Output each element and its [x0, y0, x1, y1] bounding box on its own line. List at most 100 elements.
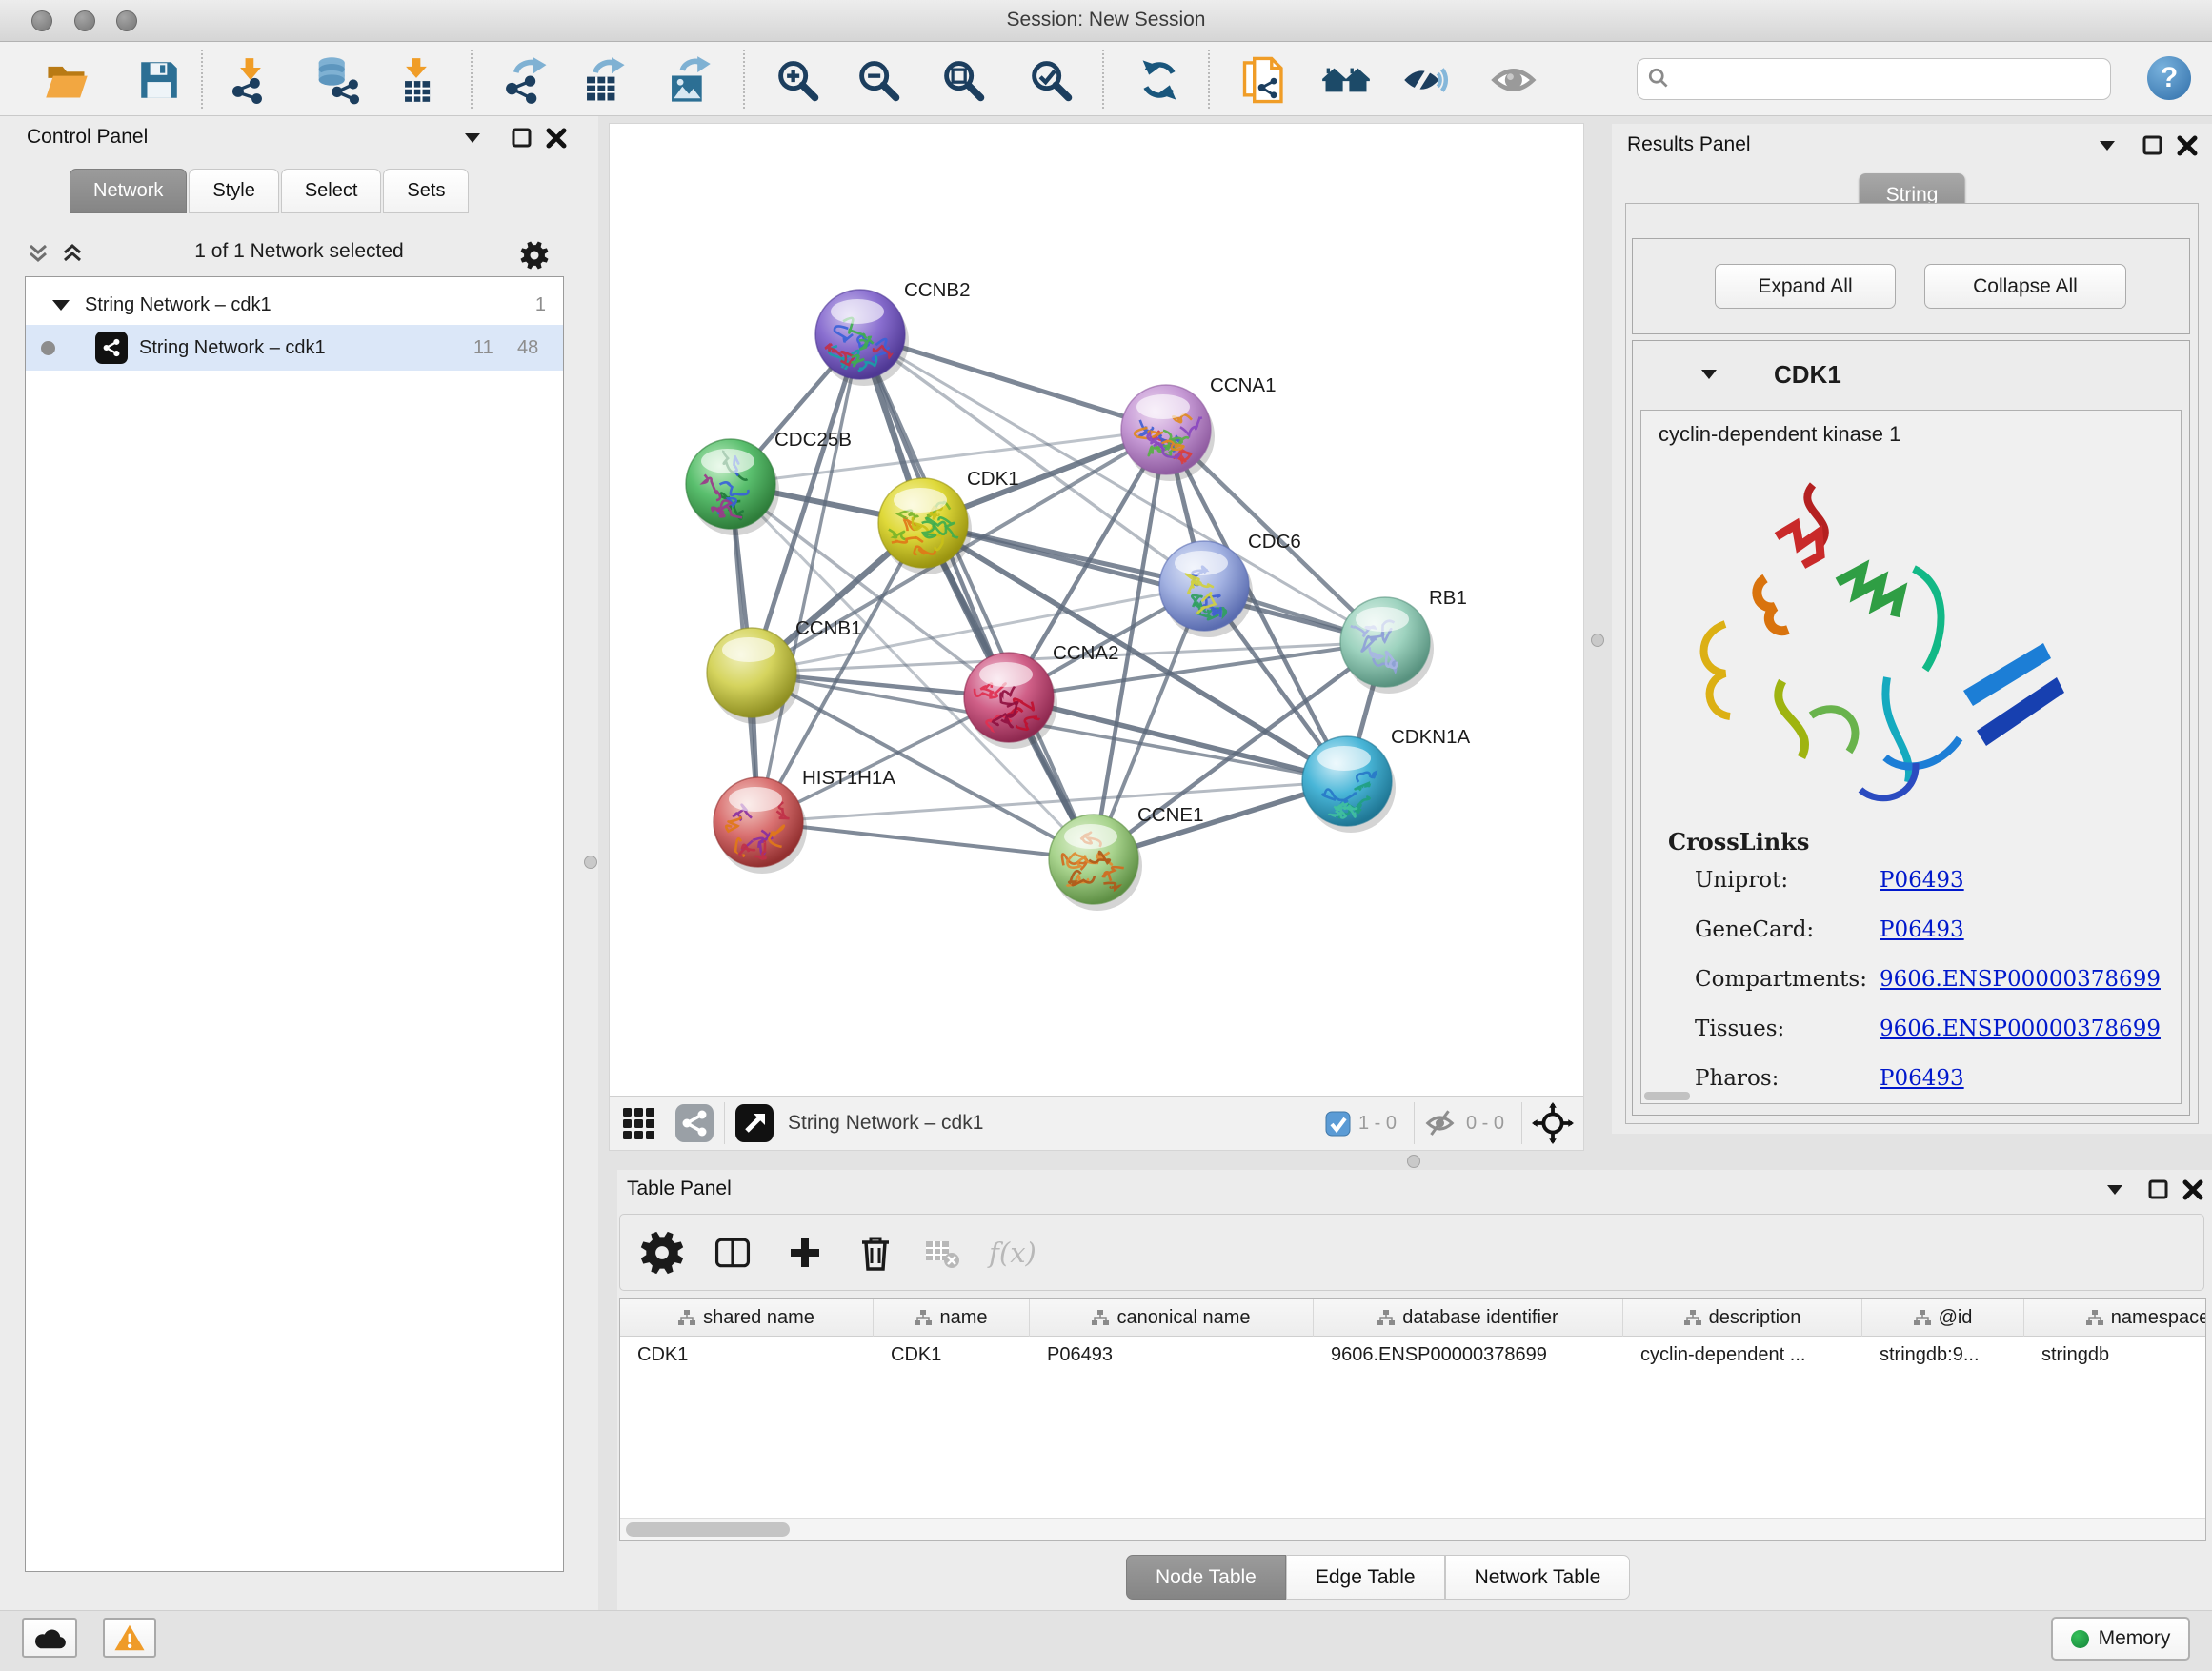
panel-menu-icon[interactable]	[2100, 141, 2115, 151]
hidden-eye-icon[interactable]	[1424, 1109, 1458, 1137]
table-cell[interactable]: P06493	[1030, 1344, 1314, 1366]
left-splitter-handle[interactable]	[584, 856, 597, 869]
table-cell[interactable]: CDK1	[620, 1344, 874, 1366]
table-panel: Table Panel f(x) shared namenamecanonica…	[617, 1170, 2212, 1610]
table-row[interactable]: CDK1CDK1P064939606.ENSP00000378699cyclin…	[620, 1337, 2206, 1373]
network-canvas[interactable]: CCNB2CCNA1CDC25BCDK1CDC6RB1CCNB1CCNA2CDK…	[610, 124, 1583, 1096]
gene-collapse-icon[interactable]	[1701, 370, 1717, 379]
expand-all-button[interactable]: Expand All	[1715, 264, 1896, 309]
collection-expand-icon[interactable]	[52, 300, 70, 311]
zoom-selected-icon[interactable]	[1023, 54, 1078, 106]
import-table-file-icon[interactable]	[389, 54, 444, 106]
home-icon[interactable]	[1318, 54, 1374, 106]
table-options-gear-icon[interactable]	[637, 1228, 687, 1278]
tab-edge-table[interactable]: Edge Table	[1286, 1555, 1445, 1600]
network-collection-row[interactable]: String Network – cdk1 1	[26, 283, 563, 327]
import-network-file-icon[interactable]	[223, 54, 278, 106]
column-header-id[interactable]: @id	[1862, 1299, 2024, 1337]
network-node-CCNE1[interactable]	[1049, 815, 1142, 911]
import-network-database-icon[interactable]	[311, 54, 366, 106]
horizontal-scrollbar-thumb[interactable]	[1644, 1092, 1690, 1100]
column-header-shared-name[interactable]: shared name	[620, 1299, 874, 1337]
crosslink-link[interactable]: 9606.ENSP00000378699	[1880, 967, 2161, 992]
table-cell[interactable]: 9606.ENSP00000378699	[1314, 1344, 1623, 1366]
birdseye-view-icon[interactable]	[734, 1103, 774, 1143]
column-header-namespace[interactable]: namespace	[2024, 1299, 2206, 1337]
tab-sets[interactable]: Sets	[383, 169, 469, 213]
crosslink-link[interactable]: P06493	[1880, 1066, 1964, 1091]
network-badge-icon[interactable]	[674, 1103, 714, 1143]
help-icon[interactable]: ?	[2147, 56, 2191, 100]
close-panel-icon[interactable]	[2182, 1178, 2204, 1201]
network-edge[interactable]	[758, 334, 860, 822]
panel-menu-icon[interactable]	[2107, 1185, 2122, 1195]
panel-menu-icon[interactable]	[465, 133, 480, 143]
search-input[interactable]	[1637, 58, 2111, 100]
network-node-RB1[interactable]	[1340, 597, 1434, 694]
close-panel-icon[interactable]	[545, 127, 568, 150]
show-columns-icon[interactable]	[708, 1228, 757, 1278]
right-splitter-handle[interactable]	[1591, 634, 1604, 647]
zoom-in-icon[interactable]	[770, 54, 825, 106]
network-node-CDK1[interactable]	[878, 478, 972, 574]
network-row-selected[interactable]: String Network – cdk1 11 48	[26, 325, 563, 371]
tab-style[interactable]: Style	[189, 169, 278, 213]
pan-crosshair-icon[interactable]	[1532, 1102, 1574, 1144]
network-node-HIST1H1A[interactable]	[714, 777, 807, 874]
cloud-status-button[interactable]	[22, 1618, 77, 1658]
column-header-name[interactable]: name	[874, 1299, 1030, 1337]
preview-eye-icon[interactable]	[1487, 54, 1542, 106]
export-table-icon[interactable]	[575, 54, 631, 106]
share-session-file-icon[interactable]	[1237, 54, 1293, 106]
float-panel-icon[interactable]	[2142, 134, 2164, 157]
hide-labels-eye-icon[interactable]	[1399, 54, 1455, 106]
network-node-CDKN1A[interactable]	[1302, 736, 1396, 833]
column-header-canonical-name[interactable]: canonical name	[1030, 1299, 1314, 1337]
memory-button[interactable]: Memory	[2051, 1617, 2190, 1661]
network-edge[interactable]	[923, 523, 1385, 642]
network-edge[interactable]	[758, 822, 1094, 859]
export-network-icon[interactable]	[498, 54, 553, 106]
float-panel-icon[interactable]	[511, 127, 533, 150]
delete-column-trash-icon[interactable]	[851, 1228, 900, 1278]
float-panel-icon[interactable]	[2147, 1178, 2170, 1201]
tab-network[interactable]: Network	[70, 169, 187, 213]
crosslink-row: Pharos:P06493	[1641, 1066, 2181, 1100]
tab-select[interactable]: Select	[281, 169, 382, 213]
table-cell[interactable]: CDK1	[874, 1344, 1030, 1366]
crosslink-link[interactable]: 9606.ENSP00000378699	[1880, 1017, 2161, 1041]
gene-section-header[interactable]: CDK1	[1633, 341, 2189, 408]
crosslink-link[interactable]: P06493	[1880, 917, 1964, 942]
warning-status-button[interactable]	[103, 1618, 156, 1658]
zoom-fit-icon[interactable]	[935, 54, 991, 106]
table-cell[interactable]: cyclin-dependent ...	[1623, 1344, 1862, 1366]
crosslink-link[interactable]: P06493	[1880, 868, 1964, 893]
tab-node-table[interactable]: Node Table	[1126, 1555, 1286, 1600]
open-session-icon[interactable]	[39, 54, 94, 106]
node-gloss-highlight	[894, 488, 947, 513]
column-header-label: database identifier	[1402, 1307, 1558, 1329]
bottom-splitter-handle[interactable]	[1407, 1155, 1420, 1168]
selected-checkbox-icon[interactable]	[1325, 1111, 1351, 1137]
refresh-layout-icon[interactable]	[1132, 54, 1187, 106]
close-panel-icon[interactable]	[2176, 134, 2199, 157]
table-cell[interactable]: stringdb:9...	[1862, 1344, 2024, 1366]
save-session-icon[interactable]	[131, 54, 187, 106]
network-node-CDC25B[interactable]	[686, 439, 779, 535]
network-node-CCNA2[interactable]	[964, 653, 1057, 749]
table-cell[interactable]: stringdb	[2024, 1344, 2206, 1366]
zoom-out-icon[interactable]	[851, 54, 906, 106]
network-node-CCNA1[interactable]	[1121, 385, 1215, 481]
column-header-database-identifier[interactable]: database identifier	[1314, 1299, 1623, 1337]
table-horizontal-scrollbar[interactable]	[620, 1518, 2205, 1540]
tab-network-table[interactable]: Network Table	[1445, 1555, 1631, 1600]
add-column-icon[interactable]	[780, 1228, 830, 1278]
collapse-all-button[interactable]: Collapse All	[1924, 264, 2126, 309]
export-image-icon[interactable]	[660, 54, 715, 106]
scrollbar-thumb[interactable]	[626, 1522, 790, 1537]
toolbar-separator	[724, 1102, 725, 1144]
grid-view-icon[interactable]	[621, 1104, 659, 1142]
network-options-gear-icon[interactable]	[518, 239, 551, 272]
toolbar-separator	[1102, 50, 1104, 109]
column-header-description[interactable]: description	[1623, 1299, 1862, 1337]
